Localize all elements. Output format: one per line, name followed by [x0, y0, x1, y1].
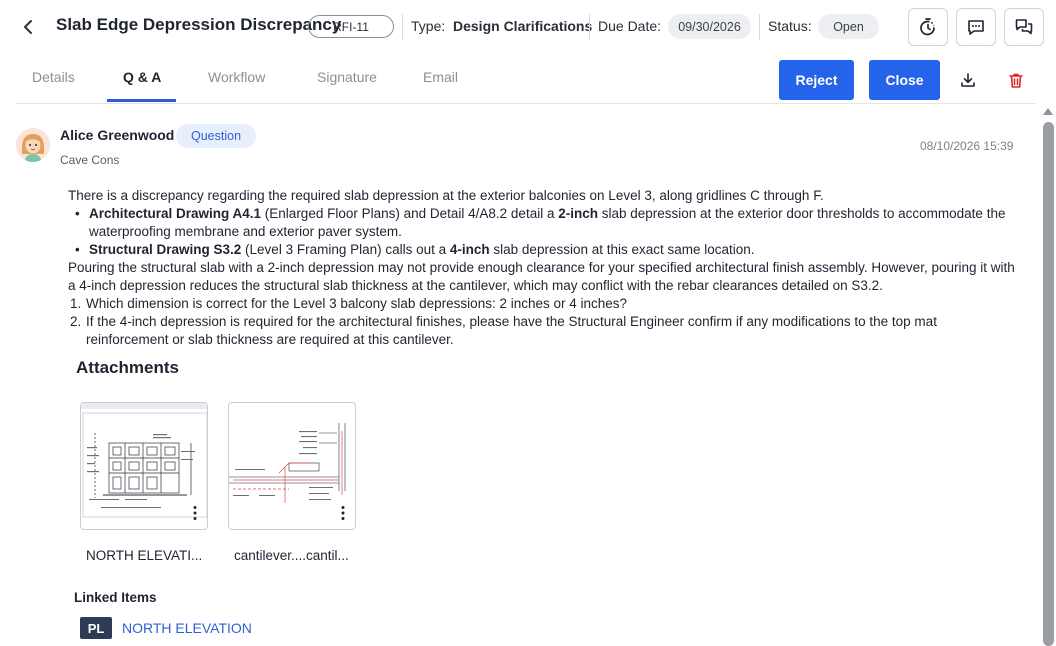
author-company: Cave Cons: [60, 153, 120, 167]
attachment-thumbnail[interactable]: [228, 402, 356, 530]
delete-button[interactable]: [1005, 68, 1027, 92]
active-tab-indicator: [107, 99, 176, 102]
attachments-heading: Attachments: [76, 358, 179, 377]
dimension-bold: 4-inch: [449, 242, 490, 257]
rfi-id-badge: RFI-11: [308, 15, 394, 38]
header-divider: [759, 14, 760, 40]
type-value: Design Clarifications: [453, 18, 593, 34]
avatar: [16, 128, 50, 162]
attachment-thumbnail[interactable]: [80, 402, 208, 530]
comment-button[interactable]: [956, 8, 996, 46]
kebab-menu-icon[interactable]: [191, 505, 199, 521]
question-list: 1. Which dimension is correct for the Lev…: [68, 295, 1018, 349]
conversation-button[interactable]: [1004, 8, 1044, 46]
drawing-reference-list: Architectural Drawing A4.1 (Enlarged Flo…: [68, 205, 1018, 259]
due-date-value: 09/30/2026: [668, 14, 751, 39]
timer-button[interactable]: [908, 8, 948, 46]
list-item: Architectural Drawing A4.1 (Enlarged Flo…: [68, 205, 1018, 241]
status-label: Status:: [768, 18, 812, 34]
close-button[interactable]: Close: [869, 60, 940, 100]
list-number: 1.: [70, 296, 82, 311]
conversation-icon: [1015, 19, 1033, 35]
list-number: 2.: [70, 314, 82, 329]
attachment-name[interactable]: NORTH ELEVATI...: [86, 548, 202, 563]
comment-icon: [968, 20, 984, 35]
back-button[interactable]: [18, 14, 38, 40]
list-item-text: If the 4-inch depression is required for…: [86, 314, 937, 347]
kebab-menu-icon[interactable]: [339, 505, 347, 521]
trash-icon: [1009, 73, 1023, 88]
linked-item-type-badge: PL: [80, 617, 112, 639]
list-item-text: (Level 3 Framing Plan) calls out a: [241, 242, 450, 257]
scroll-up-arrow-icon[interactable]: [1043, 108, 1053, 115]
tab-signature[interactable]: Signature: [317, 69, 377, 85]
author-name: Alice Greenwood: [60, 127, 175, 143]
linked-item-link[interactable]: NORTH ELEVATION: [122, 620, 252, 636]
back-chevron-icon: [24, 20, 32, 34]
tab-email[interactable]: Email: [423, 69, 458, 85]
linked-items-heading: Linked Items: [74, 590, 157, 605]
attachment-name[interactable]: cantilever....cantil...: [234, 548, 349, 563]
scrollbar-thumb[interactable]: [1043, 122, 1054, 646]
status-badge: Open: [818, 14, 879, 39]
drawing-preview-image: [229, 423, 346, 503]
question-body: There is a discrepancy regarding the req…: [68, 187, 1018, 349]
list-item-text: Which dimension is correct for the Level…: [86, 296, 628, 311]
header-bar: Slab Edge Depression Discrepancy RFI-11 …: [0, 0, 1056, 54]
question-paragraph: Pouring the structural slab with a 2-inc…: [68, 260, 1015, 293]
drawing-preview-image: [81, 403, 207, 518]
reject-button[interactable]: Reject: [779, 60, 854, 100]
list-item-text: (Enlarged Floor Plans) and Detail 4/A8.2…: [261, 206, 559, 221]
question-intro: There is a discrepancy regarding the req…: [68, 188, 824, 203]
download-button[interactable]: [957, 68, 979, 92]
dimension-bold: 2-inch: [558, 206, 598, 221]
header-divider: [589, 14, 590, 40]
tab-q-and-a[interactable]: Q & A: [123, 69, 161, 85]
download-icon: [961, 73, 975, 87]
list-item: Structural Drawing S3.2 (Level 3 Framing…: [68, 241, 1018, 259]
tab-workflow[interactable]: Workflow: [208, 69, 265, 85]
drawing-ref-bold: Architectural Drawing A4.1: [89, 206, 262, 221]
list-item: 1. Which dimension is correct for the Lev…: [68, 295, 1018, 313]
tab-details[interactable]: Details: [32, 69, 75, 85]
list-item-text: slab depression at this exact same locat…: [489, 242, 755, 257]
timer-icon: [920, 18, 935, 36]
drawing-ref-bold: Structural Drawing S3.2: [89, 242, 242, 257]
header-divider: [402, 14, 403, 40]
page-title: Slab Edge Depression Discrepancy: [56, 15, 342, 34]
due-date-label: Due Date:: [598, 18, 662, 34]
list-item: 2. If the 4-inch depression is required f…: [68, 313, 1018, 349]
type-label: Type:: [411, 18, 446, 34]
post-timestamp: 08/10/2026 15:39: [920, 139, 1014, 153]
question-badge: Question: [176, 124, 256, 148]
